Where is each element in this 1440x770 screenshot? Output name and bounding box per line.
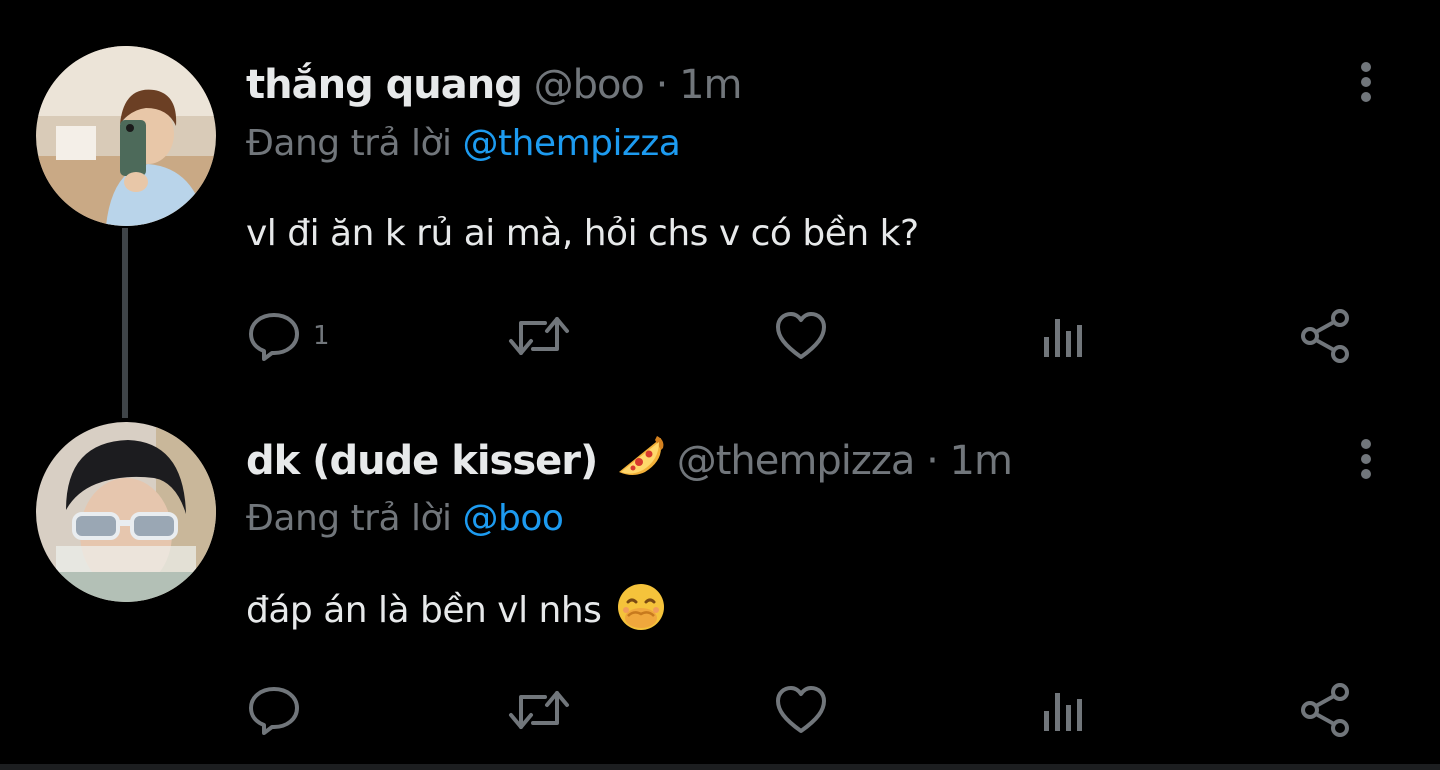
- tweet-text: vl đi ăn k rủ ai mà, hỏi chs v có bền k?: [246, 210, 919, 258]
- action-bar: 1: [0, 306, 1440, 366]
- tweet-header: thắng quang @boo · 1m: [246, 60, 742, 110]
- reply-button[interactable]: [247, 680, 313, 740]
- user-handle[interactable]: @thempizza: [677, 438, 916, 484]
- views-button[interactable]: [1040, 306, 1088, 366]
- views-icon: [1040, 683, 1088, 737]
- timestamp[interactable]: 1m: [950, 438, 1013, 484]
- replying-to: Đang trả lời @boo: [246, 496, 564, 542]
- reply-icon: [247, 683, 301, 737]
- tweet-header: dk (dude kisser) @thempizza · 1m: [246, 434, 1013, 486]
- views-icon: [1040, 309, 1088, 363]
- display-name[interactable]: dk (dude kisser): [246, 438, 598, 484]
- share-button[interactable]: [1298, 680, 1354, 740]
- more-icon[interactable]: [1346, 433, 1386, 483]
- bottom-divider: [0, 764, 1440, 770]
- pizza-icon: [615, 434, 665, 480]
- like-button[interactable]: [774, 680, 828, 740]
- views-button[interactable]: [1040, 680, 1088, 740]
- timestamp[interactable]: 1m: [679, 62, 742, 108]
- reply-button[interactable]: 1: [247, 306, 330, 366]
- face-with-hand-over-mouth-icon: [616, 582, 666, 632]
- replying-to-label: Đang trả lời: [246, 498, 452, 539]
- replying-to-label: Đang trả lời: [246, 123, 452, 164]
- action-bar: [0, 680, 1440, 740]
- user-handle[interactable]: @boo: [534, 62, 645, 108]
- retweet-button[interactable]: [507, 306, 571, 366]
- like-button[interactable]: [774, 306, 828, 366]
- replying-to: Đang trả lời @thempizza: [246, 121, 681, 167]
- retweet-icon: [507, 683, 571, 737]
- more-icon[interactable]: [1346, 56, 1386, 106]
- tweet-text: đáp án là bền vl nhs: [246, 582, 666, 635]
- separator-dot: ·: [655, 62, 669, 108]
- retweet-icon: [507, 309, 571, 363]
- mention-link[interactable]: @boo: [462, 498, 563, 539]
- like-icon: [774, 683, 828, 737]
- reply-icon: [247, 309, 301, 363]
- tweet[interactable]: thắng quang @boo · 1m Đang trả lời @them…: [0, 0, 1440, 400]
- tweet[interactable]: dk (dude kisser) @thempizza · 1m Đang tr…: [0, 400, 1440, 764]
- tweet-text-content: đáp án là bền vl nhs: [246, 590, 602, 631]
- separator-dot: ·: [926, 438, 939, 484]
- like-icon: [774, 309, 828, 363]
- avatar[interactable]: [36, 422, 216, 602]
- share-icon: [1298, 682, 1354, 738]
- display-name[interactable]: thắng quang: [246, 62, 523, 108]
- tweet-text-content: vl đi ăn k rủ ai mà, hỏi chs v có bền k?: [246, 213, 919, 254]
- share-button[interactable]: [1298, 306, 1354, 366]
- reply-count: 1: [313, 321, 330, 351]
- retweet-button[interactable]: [507, 680, 571, 740]
- avatar[interactable]: [36, 46, 216, 226]
- share-icon: [1298, 308, 1354, 364]
- mention-link[interactable]: @thempizza: [462, 123, 680, 164]
